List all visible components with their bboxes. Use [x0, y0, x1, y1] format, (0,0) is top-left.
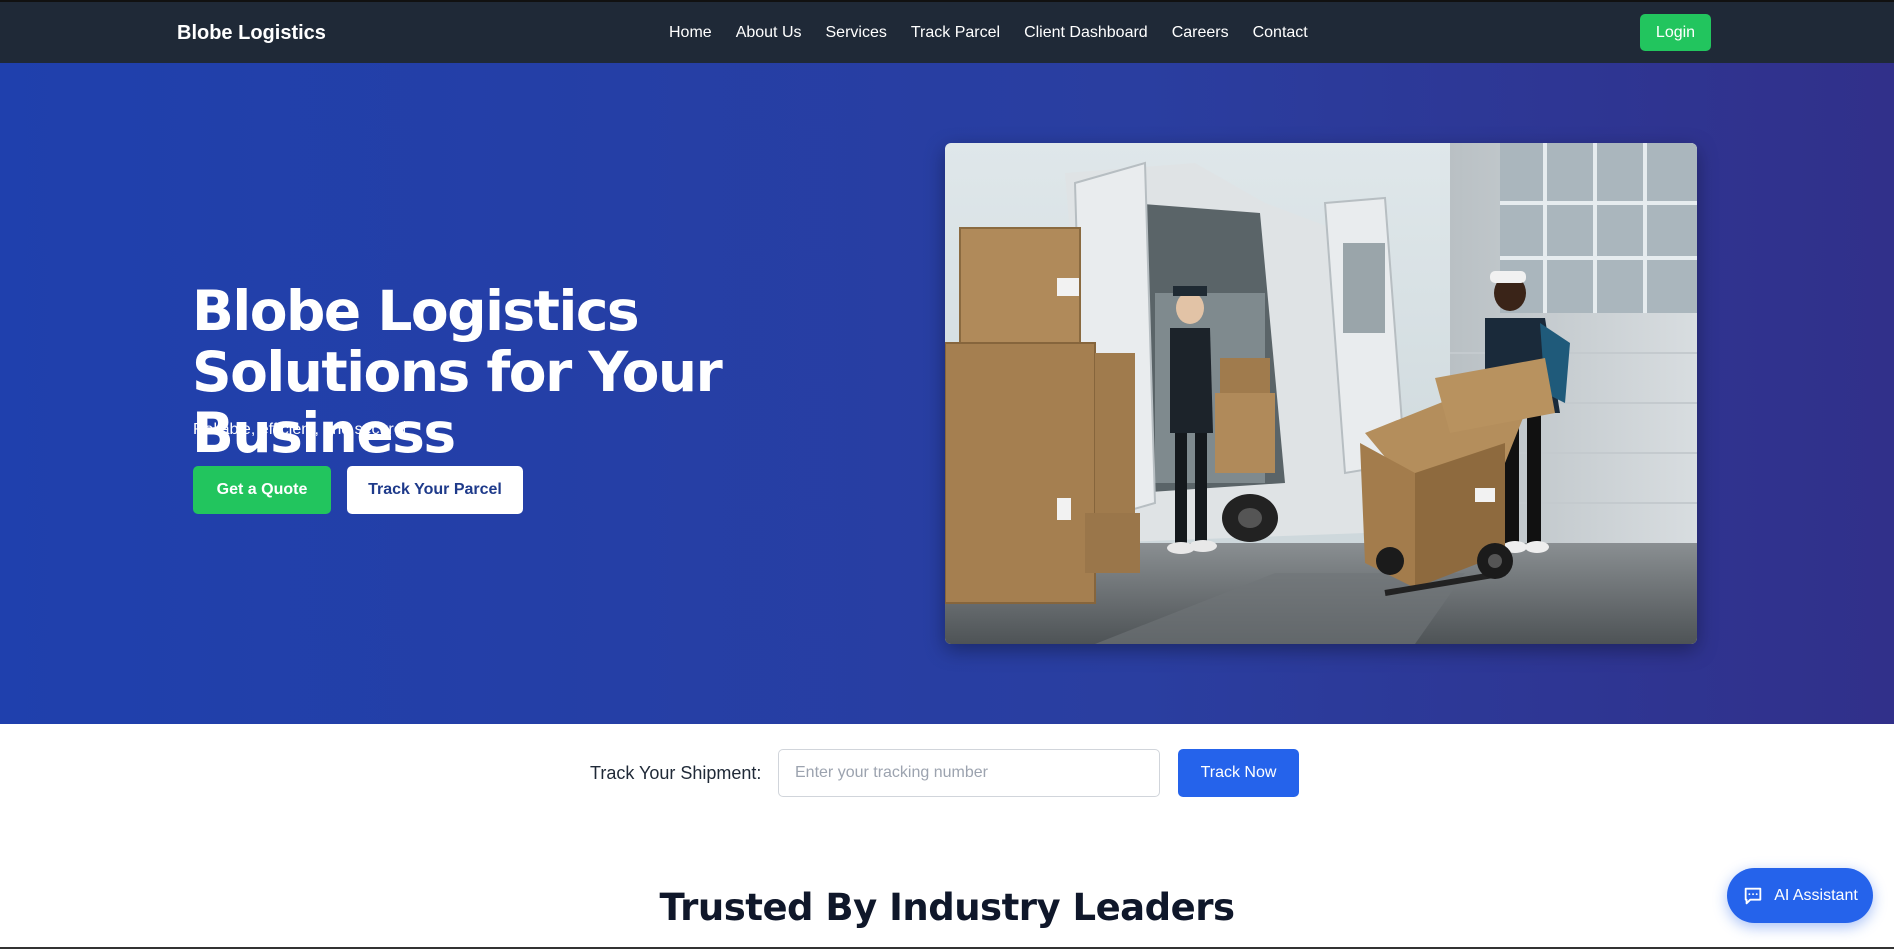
track-parcel-button[interactable]: Track Your Parcel	[347, 466, 523, 514]
trusted-by-heading: Trusted By Industry Leaders	[659, 886, 1235, 929]
track-now-button[interactable]: Track Now	[1178, 749, 1299, 797]
nav-link-about-us[interactable]: About Us	[736, 24, 802, 42]
hero-subtitle-text: Reliable, efficient, and secure	[193, 421, 405, 438]
nav-link-services[interactable]: Services	[826, 24, 887, 42]
ai-assistant-label: AI Assistant	[1774, 886, 1858, 904]
hero-subtitle: Reliable, efficient, and secure	[193, 421, 405, 439]
navbar: Blobe Logistics Home About Us Services T…	[0, 2, 1894, 63]
login-button[interactable]: Login	[1640, 14, 1711, 51]
nav-link-contact[interactable]: Contact	[1253, 24, 1308, 42]
nav-link-client-dashboard[interactable]: Client Dashboard	[1024, 24, 1148, 42]
tracking-number-input[interactable]	[778, 749, 1160, 797]
nav-link-careers[interactable]: Careers	[1172, 24, 1229, 42]
get-quote-button[interactable]: Get a Quote	[193, 466, 331, 514]
nav-link-home[interactable]: Home	[669, 24, 712, 42]
nav-links: Home About Us Services Track Parcel Clie…	[669, 24, 1332, 42]
hero-section: Blobe Logistics Solutions for Your Busin…	[0, 63, 1894, 724]
nav-link-track-parcel[interactable]: Track Parcel	[911, 24, 1000, 42]
ai-assistant-button[interactable]: AI Assistant	[1727, 868, 1873, 923]
brand-logo[interactable]: Blobe Logistics	[177, 22, 326, 45]
chat-icon	[1742, 885, 1764, 907]
track-shipment-label: Track Your Shipment:	[590, 763, 762, 783]
hero-image	[945, 143, 1697, 644]
